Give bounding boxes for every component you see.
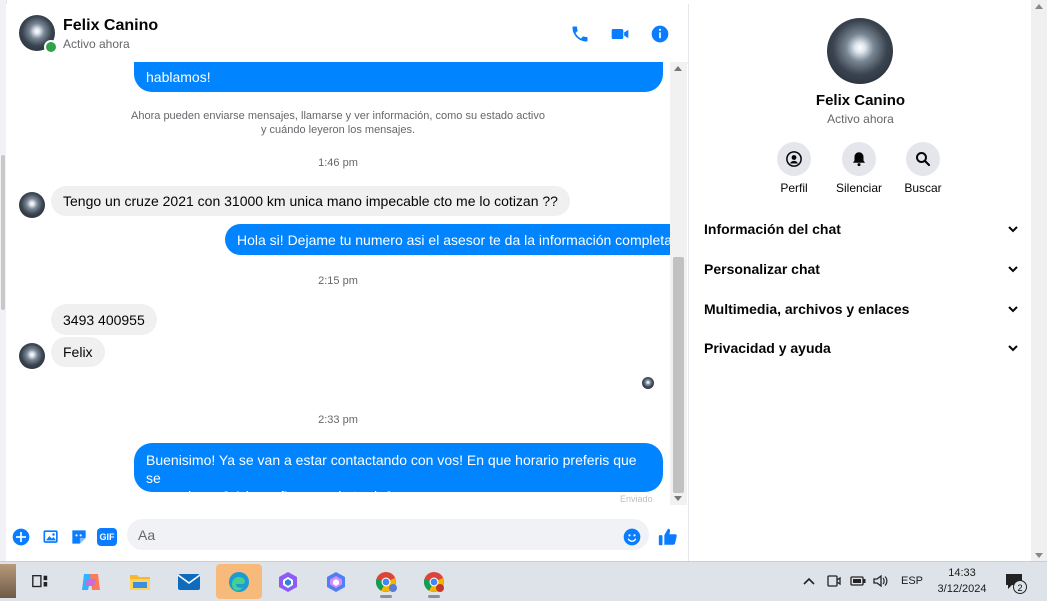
section-label: Multimedia, archivos y enlaces (704, 301, 910, 317)
scroll-down-arrow-icon[interactable] (674, 496, 682, 501)
battery-icon[interactable] (849, 573, 867, 594)
gif-icon[interactable]: GIF (96, 526, 118, 548)
running-indicator (380, 595, 392, 598)
chrome-profile-icon[interactable] (366, 564, 406, 599)
file-explorer-icon[interactable] (120, 564, 160, 599)
section-label: Información del chat (704, 221, 841, 237)
speaker-icon[interactable] (872, 573, 890, 594)
sender-avatar[interactable] (19, 192, 45, 218)
profile-icon (777, 142, 811, 176)
video-camera-icon[interactable] (608, 22, 632, 46)
outgoing-message-partial[interactable]: hablamos! (134, 62, 663, 92)
emoji-icon[interactable] (621, 526, 643, 548)
incoming-message[interactable]: 3493 400955 (51, 304, 157, 335)
plus-circle-icon[interactable] (10, 526, 32, 548)
window-scrollbar[interactable] (1031, 0, 1047, 561)
photo-icon[interactable] (40, 526, 62, 548)
mail-icon[interactable] (169, 564, 209, 599)
contact-profile-status: Activo ahora (827, 112, 894, 126)
search-label: Buscar (904, 181, 942, 195)
mute-button[interactable]: Silenciar (824, 142, 894, 195)
info-icon[interactable] (648, 22, 672, 46)
scroll-down-arrow-icon[interactable] (1035, 553, 1043, 558)
system-notice: Ahora pueden enviarse mensajes, llamarse… (131, 110, 545, 136)
copilot-app-icon[interactable] (316, 564, 356, 599)
outgoing-message[interactable]: Buenisimo! Ya se van a estar contactando… (134, 443, 663, 504)
message-scrollbar[interactable] (670, 62, 687, 505)
section-media-files-links[interactable]: Multimedia, archivos y enlaces (704, 298, 1019, 320)
office-icon[interactable] (268, 564, 308, 599)
task-view-icon[interactable] (20, 564, 60, 599)
profile-button[interactable]: Perfil (759, 142, 829, 195)
online-status-dot (44, 40, 58, 54)
edge-icon[interactable] (216, 564, 262, 599)
section-chat-info[interactable]: Información del chat (704, 218, 1019, 240)
contact-status: Activo ahora (63, 37, 130, 51)
sticker-icon[interactable] (68, 526, 90, 548)
contact-name[interactable]: Felix Canino (63, 17, 158, 35)
timestamp-separator: 2:33 pm (318, 414, 358, 426)
search-icon (906, 142, 940, 176)
clock[interactable]: 14:33 3/12/2024 (930, 565, 994, 597)
bell-icon (842, 142, 876, 176)
conversation-details-panel: Felix Canino Activo ahora Perfil Silenci… (688, 4, 1032, 561)
search-button[interactable]: Buscar (888, 142, 958, 195)
read-receipt-avatar (642, 377, 654, 389)
chevron-down-icon (1008, 266, 1018, 273)
chevron-down-icon (1008, 226, 1018, 233)
chevron-down-icon (1008, 306, 1018, 313)
scroll-thumb[interactable] (673, 257, 684, 493)
chevron-down-icon (1008, 345, 1018, 352)
widgets-thumbnail[interactable] (0, 564, 16, 598)
meet-now-icon[interactable] (826, 573, 842, 594)
taskbar: ESP 14:33 3/12/2024 2 (0, 561, 1047, 601)
notification-count-badge: 2 (1013, 580, 1027, 594)
page-scroll-thumb[interactable] (1, 155, 5, 310)
section-label: Personalizar chat (704, 261, 820, 277)
section-customize-chat[interactable]: Personalizar chat (704, 258, 1019, 280)
section-label: Privacidad y ayuda (704, 340, 831, 356)
delivery-status: Enviado (620, 494, 653, 504)
chat-header: Felix Canino Activo ahora (6, 4, 688, 63)
message-composer: GIF (6, 514, 688, 561)
clock-date: 3/12/2024 (937, 583, 987, 595)
sender-avatar[interactable] (19, 343, 45, 369)
contact-profile-avatar[interactable] (827, 18, 893, 84)
timestamp-separator: 2:15 pm (318, 275, 358, 287)
scroll-up-arrow-icon[interactable] (674, 66, 682, 71)
scroll-up-arrow-icon[interactable] (1035, 4, 1043, 9)
mute-label: Silenciar (835, 181, 883, 195)
profile-label: Perfil (780, 181, 808, 195)
chrome-icon[interactable] (414, 564, 454, 599)
message-input[interactable] (127, 519, 649, 550)
clock-time: 14:33 (948, 567, 976, 579)
copilot-icon[interactable] (71, 564, 111, 599)
chevron-up-icon[interactable] (802, 574, 816, 592)
message-list[interactable]: hablamos! Ahora pueden enviarse mensajes… (6, 62, 670, 514)
section-privacy-help[interactable]: Privacidad y ayuda (704, 337, 1019, 359)
incoming-message[interactable]: Tengo un cruze 2021 con 31000 km unica m… (51, 186, 570, 216)
contact-profile-name: Felix Canino (815, 92, 906, 109)
thumbs-up-icon[interactable] (657, 526, 679, 548)
gif-label: GIF (97, 528, 117, 546)
outgoing-message[interactable]: Hola si! Dejame tu numero asi el asesor … (225, 224, 670, 255)
timestamp-separator: 1:46 pm (318, 157, 358, 169)
running-indicator (428, 595, 440, 598)
phone-icon[interactable] (568, 22, 592, 46)
incoming-message[interactable]: Felix (51, 337, 105, 367)
notification-center-icon[interactable]: 2 (1004, 571, 1027, 598)
language-indicator[interactable]: ESP (901, 575, 923, 587)
